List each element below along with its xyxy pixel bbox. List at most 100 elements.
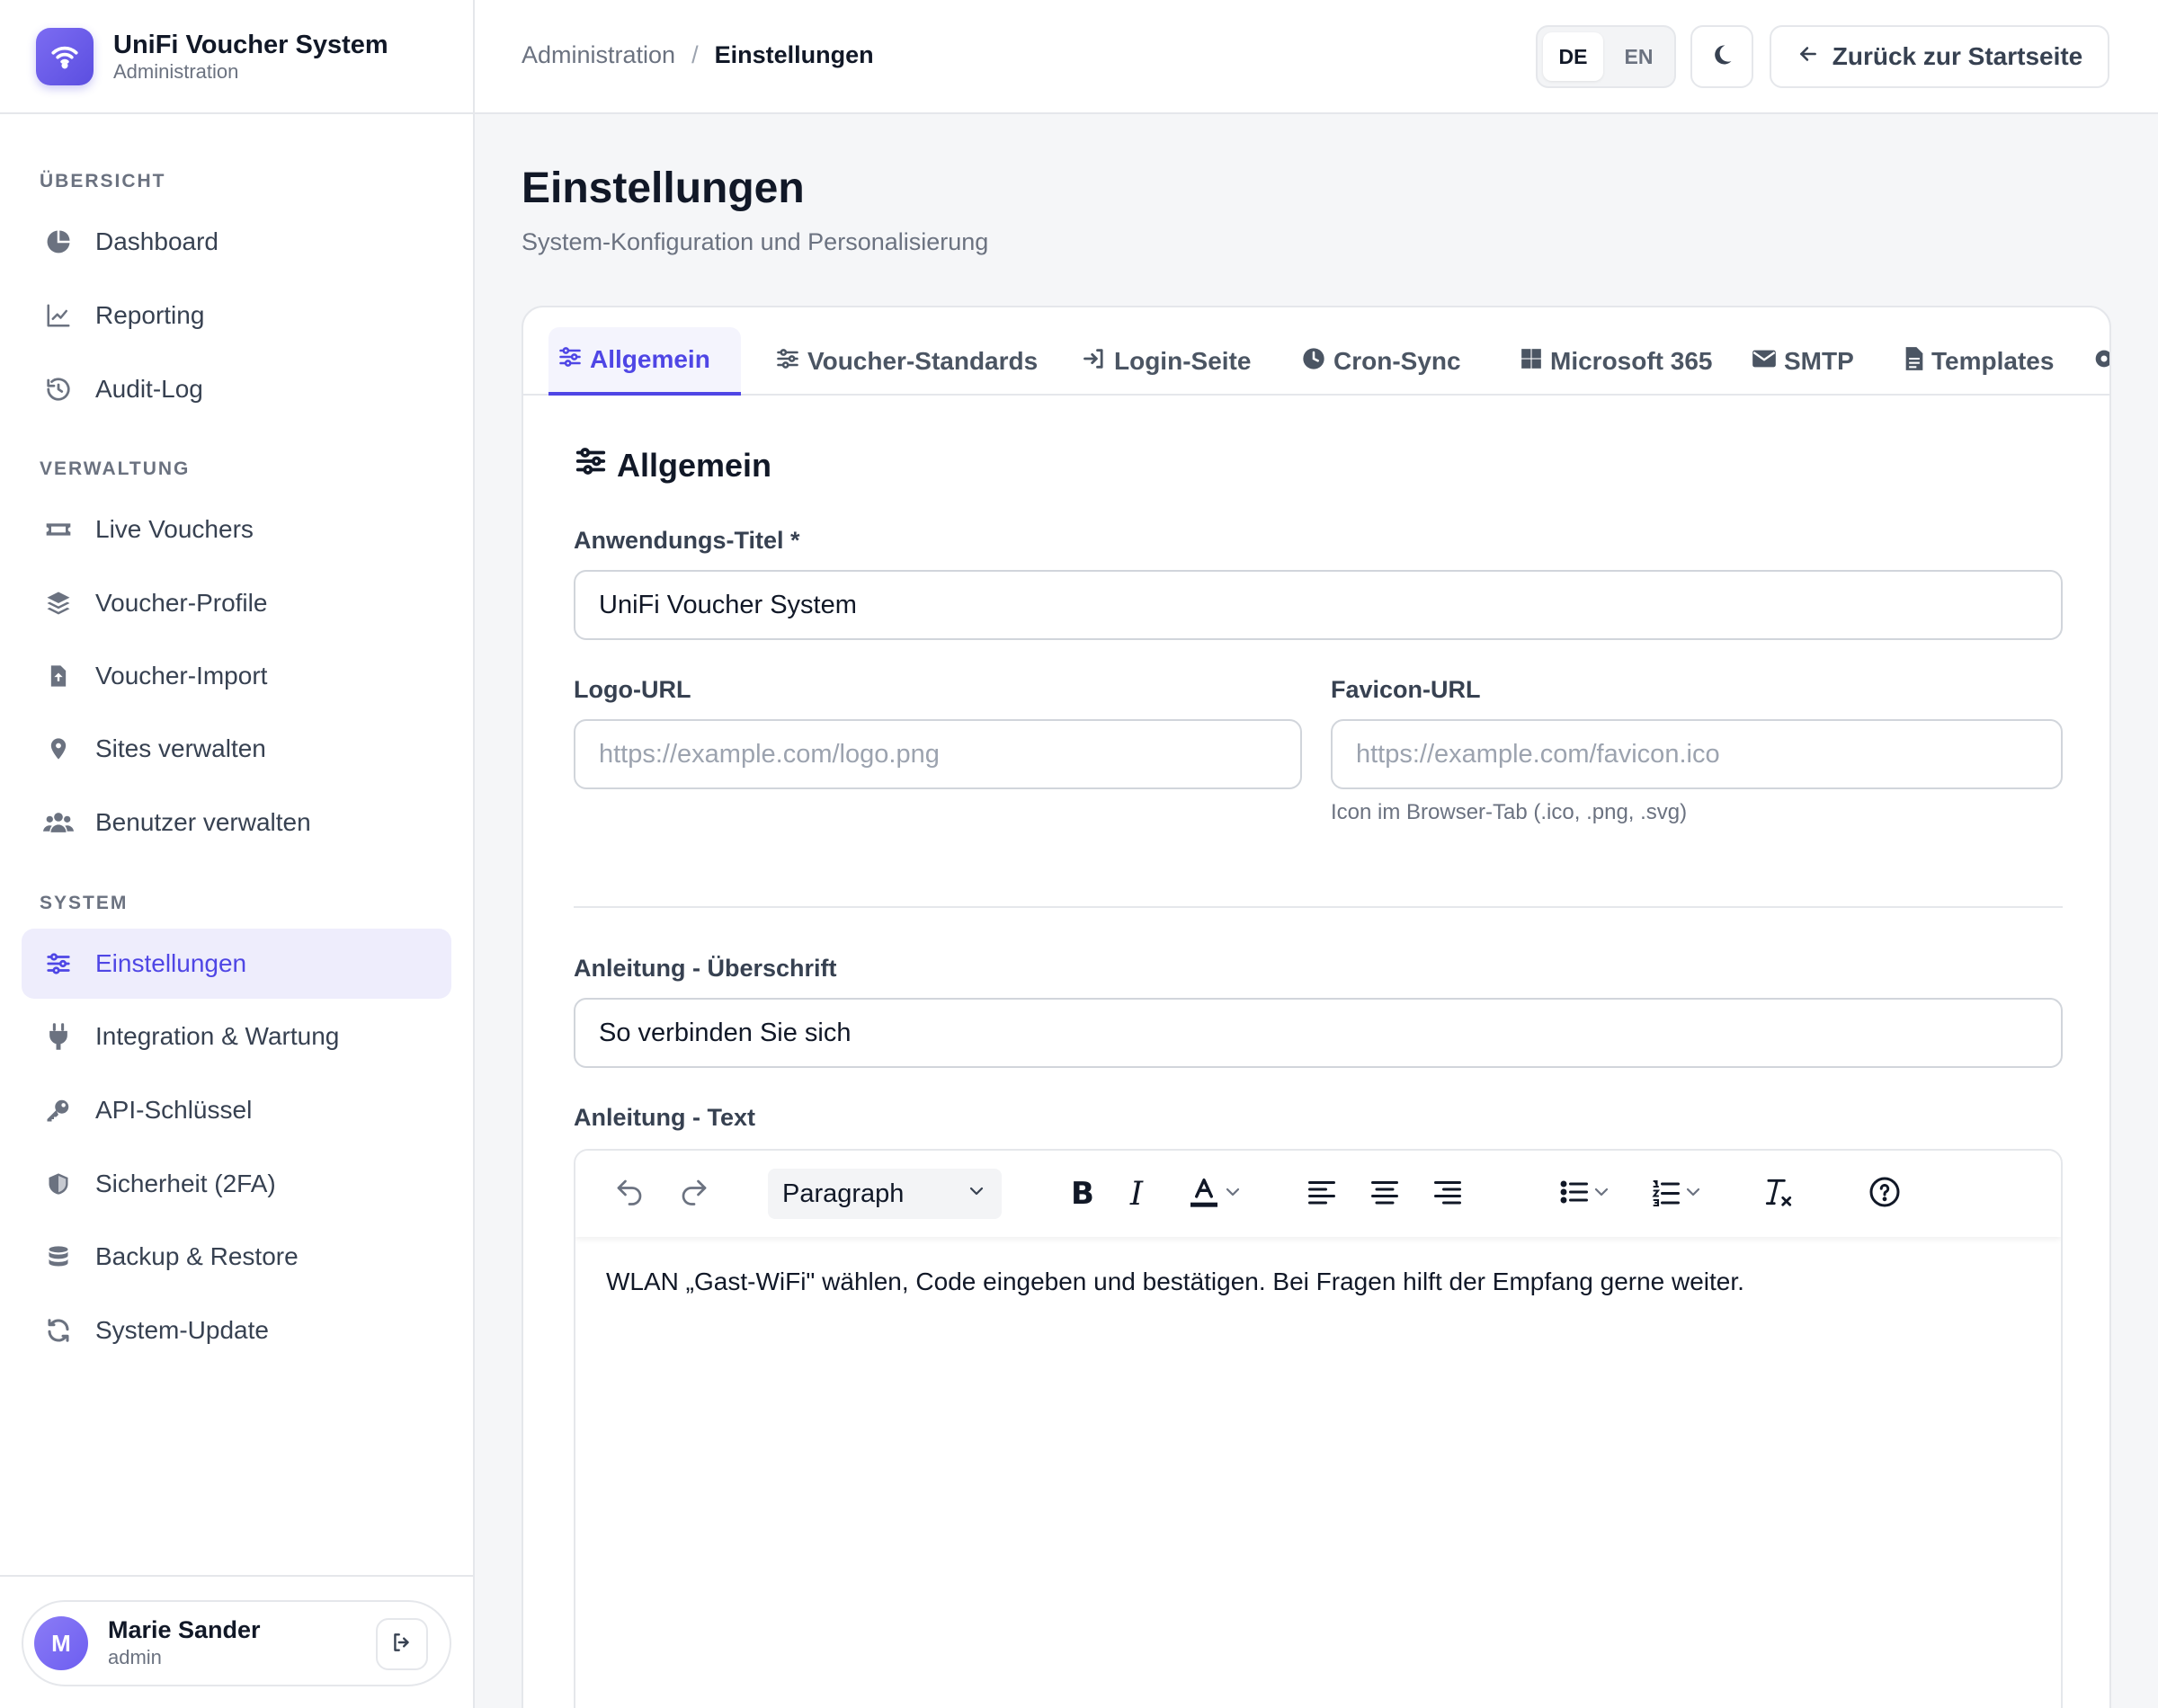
editor-content[interactable]: WLAN „Gast-WiFi" wählen, Code eingeben u… [606, 1268, 1744, 1296]
tab-voucher-defaults[interactable]: Voucher-Standards [766, 327, 1047, 396]
line-chart-icon [43, 300, 74, 331]
nav-section-overview: ÜBERSICHT [40, 171, 166, 191]
user-name: Marie Sander [108, 1616, 261, 1643]
section-title-text: Allgemein [617, 446, 772, 484]
language-en-button[interactable]: EN [1609, 32, 1669, 81]
breadcrumb-separator: / [691, 41, 699, 68]
tab-templates[interactable]: Templates [1895, 327, 2063, 396]
text-color-icon [1186, 1174, 1222, 1214]
sliders-icon [775, 346, 800, 378]
sidebar-item-security[interactable]: Sicherheit (2FA) [22, 1149, 451, 1219]
tab-login-page[interactable]: Login-Seite [1073, 327, 1260, 396]
sidebar-item-label: Live Vouchers [95, 515, 254, 543]
pie-chart-icon [43, 227, 74, 257]
clear-formatting-button[interactable] [1757, 1172, 1800, 1215]
sidebar-item-sites[interactable]: Sites verwalten [22, 714, 451, 784]
users-icon [43, 807, 74, 838]
refresh-icon [43, 1315, 74, 1346]
sidebar-item-audit-log[interactable]: Audit-Log [22, 354, 451, 424]
shield-icon [43, 1169, 74, 1199]
bullet-list-icon [1558, 1176, 1591, 1213]
editor-toolbar: Paragraph B I [575, 1151, 2061, 1237]
tab-microsoft-365[interactable]: Microsoft 365 [1511, 327, 1722, 396]
numbered-list-icon [1650, 1176, 1682, 1213]
map-pin-icon [43, 734, 74, 764]
guide-text-label: Anleitung - Text [574, 1104, 755, 1131]
bold-icon: B [1071, 1176, 1094, 1212]
user-role: admin [108, 1646, 162, 1668]
text-color-button[interactable] [1174, 1172, 1255, 1215]
logo-url-input[interactable] [574, 719, 1302, 789]
logo-url-label: Logo-URL [574, 676, 691, 703]
chevron-down-icon [966, 1179, 987, 1209]
sidebar-item-api-keys[interactable]: API-Schlüssel [22, 1075, 451, 1145]
back-to-home-label: Zurück zur Startseite [1832, 42, 2083, 70]
brand: UniFi Voucher System Administration [0, 0, 473, 114]
language-de-button[interactable]: DE [1543, 32, 1603, 81]
redo-button[interactable] [673, 1172, 716, 1215]
app-title-input[interactable] [574, 570, 2063, 640]
block-format-select[interactable]: Paragraph [768, 1169, 1002, 1219]
sidebar-item-settings[interactable]: Einstellungen [22, 929, 451, 999]
align-right-icon [1431, 1176, 1464, 1213]
align-center-button[interactable] [1363, 1172, 1406, 1215]
tab-cron-sync[interactable]: Cron-Sync [1292, 327, 1470, 396]
sidebar-item-label: Integration & Wartung [95, 1022, 340, 1050]
sidebar-item-dashboard[interactable]: Dashboard [22, 207, 451, 277]
sidebar-item-voucher-import[interactable]: Voucher-Import [22, 641, 451, 711]
italic-icon: I [1129, 1175, 1144, 1213]
tab-general[interactable]: Allgemein [548, 327, 741, 396]
sidebar-item-users[interactable]: Benutzer verwalten [22, 787, 451, 858]
settings-card: Allgemein Voucher-Standards Login-Seite … [522, 306, 2111, 1708]
sidebar-item-label: Sites verwalten [95, 734, 266, 762]
page-subtitle: System-Konfiguration und Personalisierun… [522, 228, 989, 255]
sign-in-icon [1082, 346, 1107, 378]
brand-title: UniFi Voucher System [113, 30, 388, 59]
language-switch: DE EN [1536, 25, 1676, 88]
sidebar-item-label: Sicherheit (2FA) [95, 1170, 276, 1197]
align-left-icon [1306, 1176, 1338, 1213]
help-button[interactable] [1863, 1172, 1906, 1215]
undo-icon [613, 1176, 646, 1213]
numbered-list-button[interactable] [1638, 1172, 1716, 1215]
sidebar-item-system-update[interactable]: System-Update [22, 1295, 451, 1366]
sidebar-item-live-vouchers[interactable]: Live Vouchers [22, 494, 451, 565]
sidebar-item-integration[interactable]: Integration & Wartung [22, 1001, 451, 1072]
sidebar-item-label: Reporting [95, 301, 205, 329]
tab-more[interactable] [2091, 327, 2109, 396]
align-left-button[interactable] [1300, 1172, 1343, 1215]
breadcrumb-item[interactable]: Administration [522, 41, 675, 69]
tab-label: Voucher-Standards [807, 347, 1039, 375]
avatar: M [34, 1616, 88, 1670]
divider [574, 906, 2063, 908]
ticket-icon [43, 514, 74, 545]
sidebar-item-voucher-profile[interactable]: Voucher-Profile [22, 568, 451, 638]
sidebar-item-label: Audit-Log [95, 375, 203, 403]
clock-icon [1301, 346, 1326, 378]
italic-button[interactable]: I [1115, 1172, 1158, 1215]
favicon-hint: Icon im Browser-Tab (.ico, .png, .svg) [1331, 800, 1688, 824]
bold-button[interactable]: B [1061, 1172, 1104, 1215]
wifi-icon [36, 27, 94, 85]
logout-button[interactable] [376, 1618, 428, 1670]
favicon-url-input[interactable] [1331, 719, 2063, 789]
brand-subtitle: Administration [113, 59, 239, 83]
align-right-button[interactable] [1426, 1172, 1469, 1215]
redo-icon [678, 1176, 710, 1213]
theme-toggle-button[interactable] [1690, 25, 1753, 88]
chevron-down-icon [1222, 1181, 1244, 1207]
sidebar-item-label: Backup & Restore [95, 1242, 299, 1270]
chevron-down-icon [1591, 1181, 1612, 1207]
sliders-icon [43, 948, 74, 979]
back-to-home-button[interactable]: Zurück zur Startseite [1770, 25, 2109, 88]
guide-heading-input[interactable] [574, 998, 2063, 1068]
tab-label: Templates [1931, 347, 2055, 375]
sidebar-item-reporting[interactable]: Reporting [22, 280, 451, 351]
user-card: M Marie Sander admin [22, 1600, 451, 1686]
tab-label: Allgemein [590, 345, 710, 373]
breadcrumb-current: Einstellungen [714, 41, 874, 68]
tab-smtp[interactable]: SMTP [1743, 327, 1863, 396]
sidebar-item-backup[interactable]: Backup & Restore [22, 1222, 451, 1292]
bullet-list-button[interactable] [1547, 1172, 1624, 1215]
undo-button[interactable] [608, 1172, 651, 1215]
